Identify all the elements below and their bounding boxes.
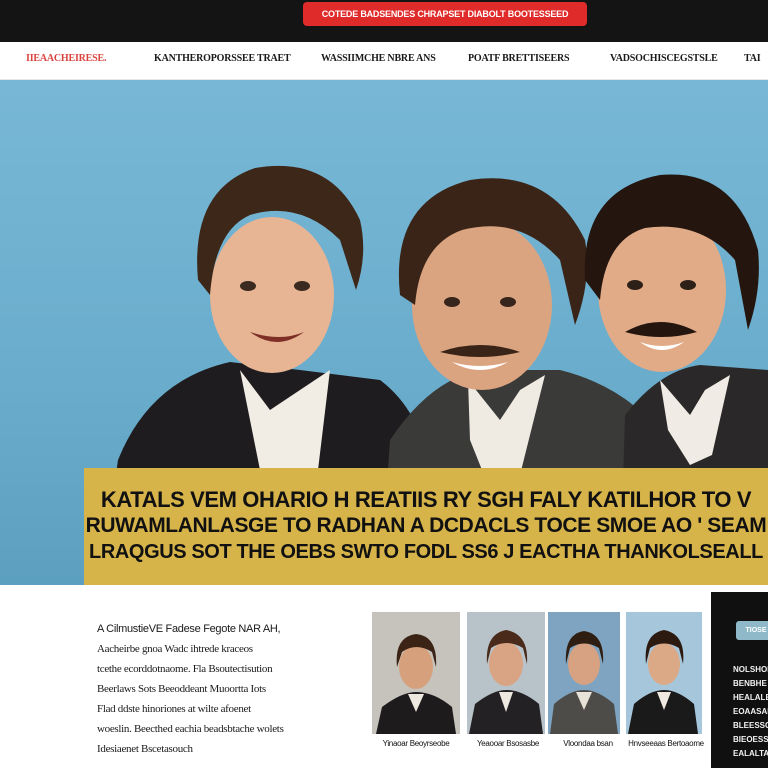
article-line: Idesiaenet Bscetasouch <box>97 743 193 755</box>
sidebar-line: EOAASAB <box>733 707 768 716</box>
article-line: A CilmustieVE Fadese Fegote NAR AH, <box>97 623 281 635</box>
nav-item-5[interactable]: VADSOCHISCEGSTSLE <box>610 53 718 64</box>
thumbnail-1[interactable] <box>372 612 460 734</box>
article-line: Aacheirbe gnoa Wadc ihtrede kraceos <box>97 643 253 655</box>
thumbnail-caption: Yeaooar Bsosasbe <box>476 739 540 748</box>
main-navigation: IIEAACHEIRESE. KANTHEROPORSSEE TRAET WAS… <box>0 42 768 80</box>
sidebar-line: HEALALEBMIS <box>733 693 768 702</box>
thumbnail-3[interactable] <box>548 612 620 734</box>
content-section: A CilmustieVE Fadese Fegote NAR AH, Aach… <box>0 585 768 768</box>
nav-item-4[interactable]: POATF BRETTISEERS <box>468 53 570 64</box>
sidebar-line: EALALTAE <box>733 749 768 758</box>
hero-caption-line-3: LRAQGUS SOT THE OEBS SWTO FODL SS6 J EAC… <box>89 541 763 563</box>
sidebar-line: BLEESSOE <box>733 721 768 730</box>
sidebar-line: BENBHE <box>733 679 767 688</box>
thumbnail-caption: Vloondaa bsan <box>563 739 613 748</box>
article-line: tcethe ecorddotnaome. Fla Bsoutectisutio… <box>97 663 273 675</box>
nav-item-3[interactable]: WASSIIMCHE NBRE ANS <box>321 53 436 64</box>
top-bar: COTEDE BADSENDES CHRAPSET DIABOLT BOOTES… <box>0 0 768 42</box>
thumbnail-photo <box>372 612 460 734</box>
sidebar-button[interactable]: TIOSE <box>736 621 768 640</box>
thumbnail-caption: Hnvseeaas Bertoaome <box>628 739 704 748</box>
photo-thumbnails: Yinaoar Beoyrseobe Yeaooar Bsosasbe Vloo… <box>372 612 704 762</box>
hero-caption-line-1: KATALS VEM OHARIO H REATIIS RY SGH FALY … <box>100 487 752 512</box>
thumbnail-4[interactable] <box>626 612 702 734</box>
hero-section: KATALS VEM OHARIO H REATIIS RY SGH FALY … <box>0 80 768 585</box>
sidebar-line: NOLSHORK <box>733 665 768 674</box>
thumbnail-photo <box>467 612 545 734</box>
hero-caption-banner: KATALS VEM OHARIO H REATIIS RY SGH FALY … <box>84 468 768 585</box>
article-line: Flad ddste hinoriones at wilte afoenet <box>97 703 251 715</box>
thumbnail-photo <box>626 612 702 734</box>
article-line: woeslin. Beecthed eachia beadsbtache wol… <box>97 723 284 735</box>
nav-item-6[interactable]: TAI <box>744 53 761 64</box>
thumbnail-photo <box>548 612 620 734</box>
sidebar-panel: TIOSE NOLSHORK BENBHE HEALALEBMIS EOAASA… <box>711 592 768 768</box>
article-text: A CilmustieVE Fadese Fegote NAR AH, Aach… <box>97 619 355 759</box>
thumbnail-caption: Yinaoar Beoyrseobe <box>382 739 450 748</box>
nav-item-2[interactable]: KANTHEROPORSSEE TRAET <box>154 53 291 64</box>
hero-caption-line-2: RUWAMLANLASGE TO RADHAN A DCDACLS TOCE S… <box>85 514 767 537</box>
article-line: Beerlaws Sots Beeoddeant Muoortta Iots <box>97 683 266 695</box>
thumbnail-2[interactable] <box>467 612 545 734</box>
promo-banner-button[interactable]: COTEDE BADSENDES CHRAPSET DIABOLT BOOTES… <box>303 2 587 26</box>
nav-item-home[interactable]: IIEAACHEIRESE. <box>26 53 106 64</box>
sidebar-line: BIEOESSOR <box>733 735 768 744</box>
